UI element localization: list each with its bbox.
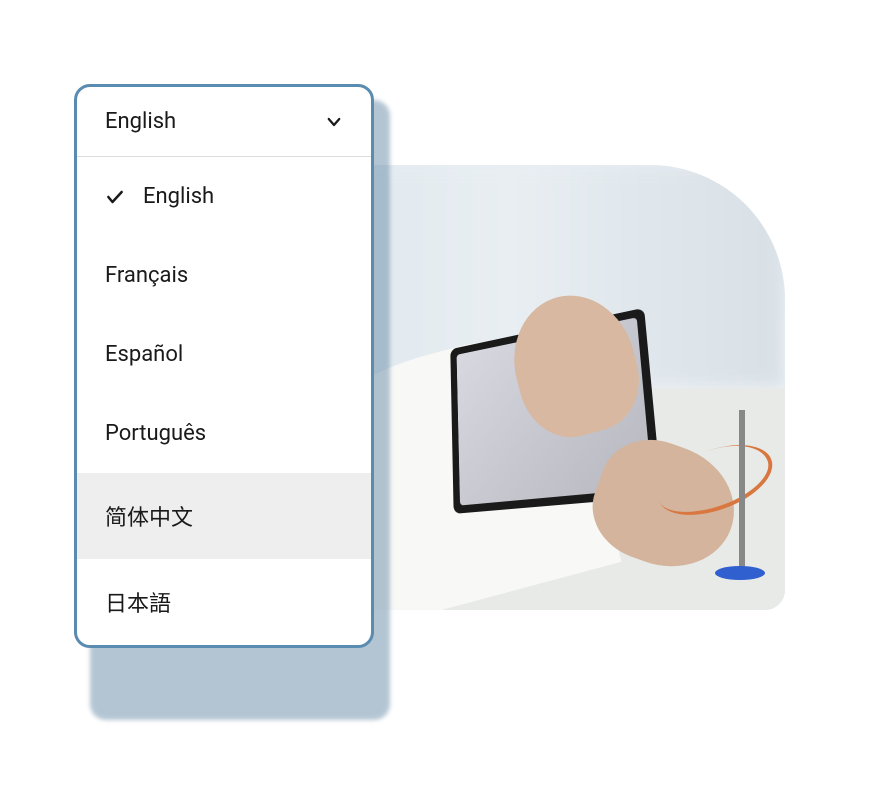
language-dropdown: English English Français xyxy=(74,84,374,648)
chevron-down-icon xyxy=(325,113,343,131)
dropdown-option-chinese[interactable]: 简体中文 xyxy=(77,473,371,559)
dropdown-option-label: Português xyxy=(105,421,206,446)
dropdown-option-francais[interactable]: Français xyxy=(77,236,371,315)
dropdown-option-label: Français xyxy=(105,263,188,288)
dropdown-option-label: 简体中文 xyxy=(105,500,193,532)
dropdown-toggle[interactable]: English xyxy=(77,87,371,157)
dropdown-options-list: English Français Español Português 简体中文 … xyxy=(77,157,371,645)
dropdown-option-label: Español xyxy=(105,342,183,367)
dropdown-option-japanese[interactable]: 日本語 xyxy=(77,559,371,645)
dropdown-option-label: English xyxy=(143,184,214,209)
dropdown-option-espanol[interactable]: Español xyxy=(77,315,371,394)
dropdown-option-portugues[interactable]: Português xyxy=(77,394,371,473)
check-icon xyxy=(105,187,125,207)
dropdown-selected-label: English xyxy=(105,109,176,134)
dropdown-option-english[interactable]: English xyxy=(77,157,371,236)
dropdown-option-label: 日本語 xyxy=(105,586,171,618)
